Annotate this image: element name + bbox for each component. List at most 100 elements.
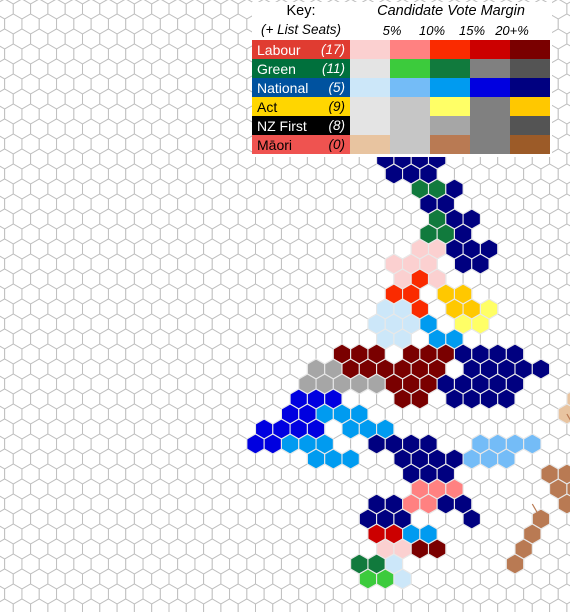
electorate-hex[interactable]: [523, 433, 542, 455]
electorate-hex[interactable]: [367, 433, 386, 455]
legend-table: Labour (17) Green (11) National (5) Act (9) NZ F…: [252, 40, 550, 154]
legend-tick-3: 20+%: [495, 23, 529, 38]
electorate-hex[interactable]: [367, 373, 386, 395]
electorate-hex[interactable]: [462, 448, 481, 470]
legend-swatch: [430, 116, 470, 135]
legend-swatch: [510, 40, 550, 59]
legend-swatch: [430, 135, 470, 154]
electorate-hex[interactable]: [471, 253, 490, 275]
legend-party-list-seats: (17): [320, 41, 345, 57]
legend-swatch: [470, 97, 510, 116]
legend-swatch: [510, 59, 550, 78]
legend-swatch: [390, 59, 430, 78]
legend-party-national: National (5): [252, 78, 350, 97]
legend-tick-0: 5%: [382, 23, 402, 38]
legend-party-māori: Māori (0): [252, 135, 350, 154]
electorate-hex[interactable]: [384, 163, 404, 185]
electorate-hex[interactable]: [505, 553, 525, 575]
electorate-hex[interactable]: [410, 538, 430, 560]
legend-row: Māori (0): [252, 135, 550, 154]
electorate-hex[interactable]: [462, 508, 481, 530]
legend-swatch: [470, 78, 510, 97]
legend-swatch: [390, 116, 430, 135]
legend-header: Key: (+ List Seats) Candidate Vote Margi…: [252, 2, 552, 42]
legend-tick-2: 15%: [458, 23, 486, 38]
electorate-hex[interactable]: [410, 388, 430, 410]
legend-swatch: [470, 59, 510, 78]
legend-swatch: [470, 135, 510, 154]
legend-swatch: [350, 97, 390, 116]
legend-swatch: [430, 97, 470, 116]
legend-margin-ticks: 5% 10% 15% 20+%: [350, 23, 552, 41]
legend-party-nz-first: NZ First (8): [252, 116, 350, 135]
legend-key-label: Key:: [286, 3, 316, 19]
legend-swatch: [430, 40, 470, 59]
legend-party-list-seats: (0): [328, 136, 346, 152]
electorate-hex[interactable]: [393, 388, 412, 410]
legend-swatch: [350, 116, 390, 135]
electorate-hex[interactable]: [471, 313, 490, 335]
legend-party-name: Māori: [257, 136, 293, 153]
legend-party-list-seats: (8): [328, 117, 346, 133]
legend-swatch: [430, 78, 470, 97]
legend-swatch: [390, 40, 430, 59]
legend-row: Act (9): [252, 97, 550, 116]
legend-party-name: NZ First: [257, 117, 307, 134]
electorate-hex[interactable]: [419, 493, 438, 515]
legend-swatch: [390, 135, 430, 154]
legend-row: National (5): [252, 78, 550, 97]
electorate-hex[interactable]: [479, 448, 499, 470]
electorate-hex[interactable]: [427, 538, 447, 560]
legend-party-list-seats: (11): [321, 60, 345, 76]
legend-swatch: [510, 135, 550, 154]
legend-party-name: Act: [257, 98, 278, 115]
electorate-hex[interactable]: [350, 373, 369, 395]
electorate-hex[interactable]: [263, 433, 282, 455]
electorate-hex[interactable]: [497, 388, 516, 410]
legend-party-list-seats: (9): [328, 98, 346, 114]
legend-swatch: [350, 78, 390, 97]
electorate-hex[interactable]: [462, 388, 481, 410]
legend-key-sublabel: (+ List Seats): [261, 22, 341, 37]
legend-swatch: [390, 97, 430, 116]
legend-party-labour: Labour (17): [252, 40, 350, 59]
legend-row: Green (11): [252, 59, 550, 78]
legend-party-green: Green (11): [252, 59, 350, 78]
electorate-hex[interactable]: [358, 568, 378, 590]
electorate-hex[interactable]: [324, 448, 343, 470]
legend-tick-1: 10%: [418, 23, 446, 38]
electorate-hex[interactable]: [436, 493, 455, 515]
legend-swatch: [390, 78, 430, 97]
legend-row: NZ First (8): [252, 116, 550, 135]
electorate-hex[interactable]: [376, 568, 395, 590]
legend-swatch: [350, 40, 390, 59]
electorate-hex[interactable]: [280, 433, 300, 455]
electorate-hex[interactable]: [246, 433, 265, 455]
legend-swatch: [350, 135, 390, 154]
legend-swatch: [470, 116, 510, 135]
electorate-hex[interactable]: [341, 448, 360, 470]
legend-row: Labour (17): [252, 40, 550, 59]
legend-party-name: National: [257, 79, 309, 96]
legend-swatch: [470, 40, 510, 59]
legend-swatch: [510, 97, 550, 116]
legend-party-name: Green: [257, 60, 296, 77]
legend-party-act: Act (9): [252, 97, 350, 116]
legend-swatch: [350, 59, 390, 78]
legend-margin-title: Candidate Vote Margin: [377, 3, 525, 19]
legend-party-name: Labour: [257, 41, 301, 58]
electorate-hex[interactable]: [341, 418, 360, 440]
electorate-hex[interactable]: [479, 388, 499, 410]
screenshot-root: Key: (+ List Seats) Candidate Vote Margi…: [0, 0, 570, 612]
electorate-hex[interactable]: [445, 388, 464, 410]
legend-swatch: [510, 116, 550, 135]
legend-swatch: [430, 59, 470, 78]
electorate-hex[interactable]: [497, 448, 516, 470]
legend-panel: Key: (+ List Seats) Candidate Vote Margi…: [252, 2, 552, 157]
electorate-hex[interactable]: [306, 448, 326, 470]
legend-swatch: [510, 78, 550, 97]
electorate-hex[interactable]: [531, 358, 551, 380]
electorate-hex[interactable]: [453, 253, 473, 275]
legend-party-list-seats: (5): [328, 79, 346, 95]
electorate-hex[interactable]: [393, 568, 412, 590]
